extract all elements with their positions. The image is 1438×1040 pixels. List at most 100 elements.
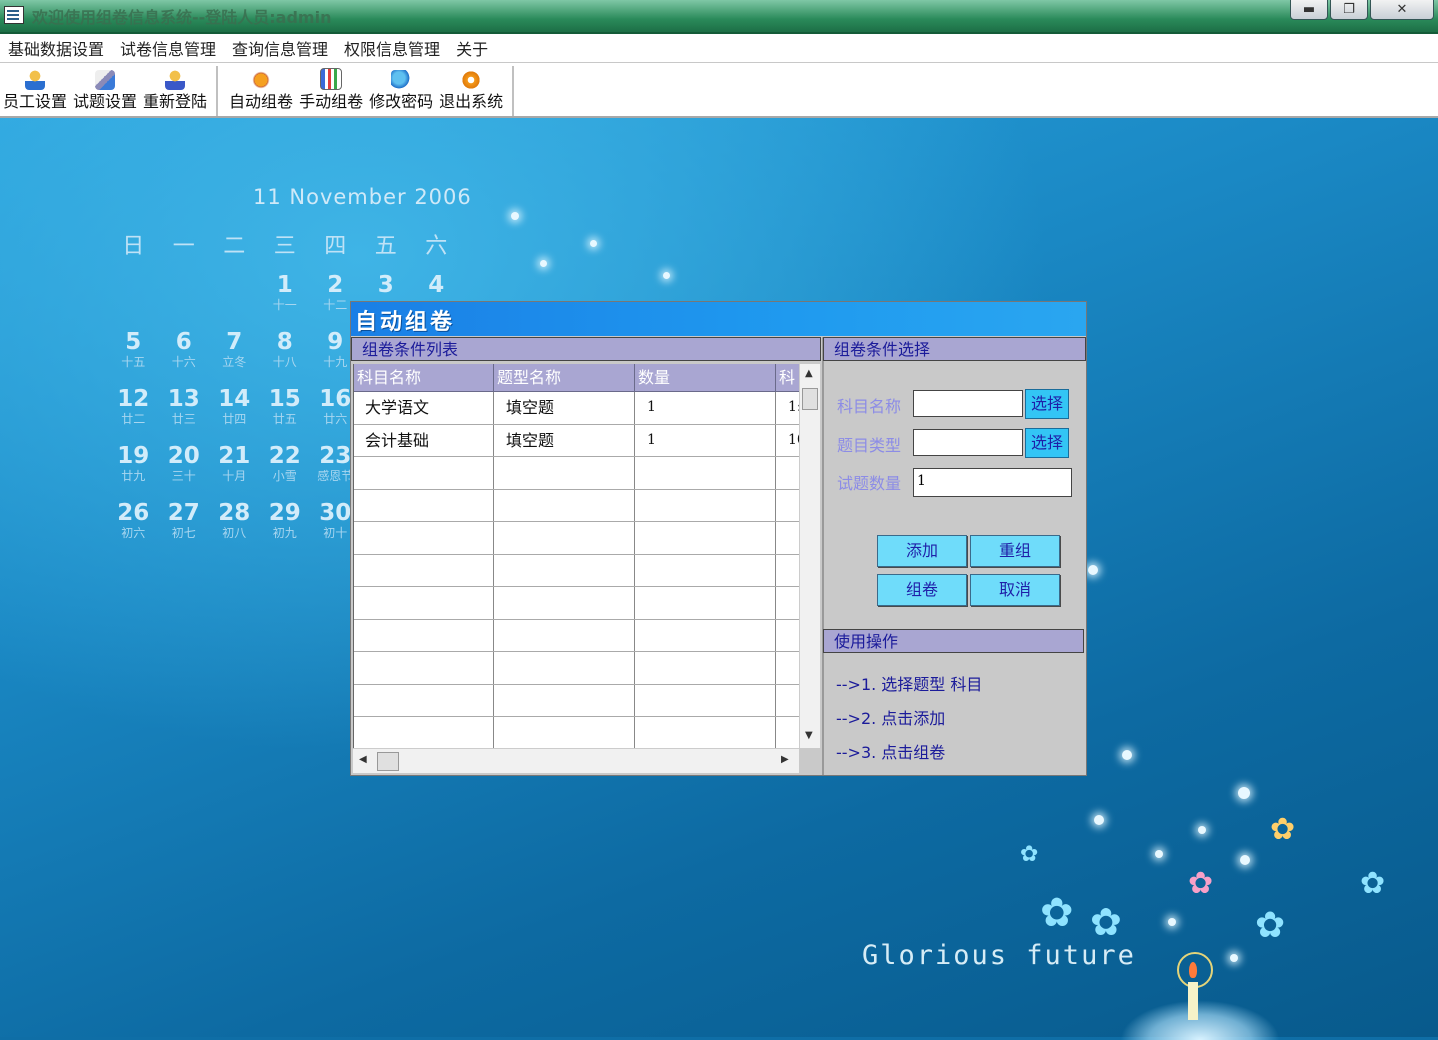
question-settings-button[interactable]: 试题设置 — [70, 66, 140, 116]
table-row[interactable] — [354, 489, 800, 522]
flower-icon: ✿ — [1188, 866, 1214, 901]
condition-grid[interactable]: 科目名称 题型名称 数量 科 大学语文 填空题 1 1: 会计基础 填空题 1 … — [353, 364, 800, 748]
vertical-scroll-thumb[interactable] — [802, 388, 818, 410]
calendar-day-number: 20 — [167, 443, 200, 469]
scroll-up-icon[interactable]: ▲ — [805, 368, 813, 379]
help-step-3: -->3. 点击组卷 — [836, 743, 946, 762]
menu-query-info[interactable]: 查询信息管理 — [224, 36, 336, 60]
close-button[interactable]: ✕ — [1370, 0, 1434, 20]
compose-button[interactable]: 组卷 — [877, 574, 967, 606]
col-count[interactable]: 数量 — [635, 364, 776, 392]
flame-icon — [1189, 962, 1197, 978]
grid-cell — [776, 684, 800, 716]
subject-name-input[interactable] — [913, 390, 1023, 417]
add-button[interactable]: 添加 — [877, 535, 967, 567]
scroll-right-icon[interactable]: ▶ — [781, 754, 789, 765]
menu-permission-info[interactable]: 权限信息管理 — [336, 36, 448, 60]
exit-system-label: 退出系统 — [439, 92, 504, 111]
calendar-day-number: 29 — [268, 500, 301, 526]
table-row[interactable] — [354, 619, 800, 652]
calendar-day: 1 十一 — [260, 272, 311, 329]
horizontal-scroll-thumb[interactable] — [377, 752, 399, 771]
calendar-lunar-date: 十六 — [171, 355, 196, 369]
table-row[interactable] — [354, 522, 800, 555]
toolbar-group-paper: 自动组卷 手动组卷 修改密码 退出系统 — [226, 66, 515, 116]
grid-cell — [635, 619, 776, 651]
calendar-weekday: 三 — [273, 234, 296, 259]
auto-compose-button[interactable]: 自动组卷 — [226, 66, 296, 116]
calendar-day-number: 21 — [218, 443, 251, 469]
reset-button[interactable]: 重组 — [970, 535, 1060, 567]
scroll-down-icon[interactable]: ▼ — [805, 730, 813, 741]
sparkle-dot — [1155, 850, 1163, 858]
sparkle-dot — [663, 272, 670, 279]
calendar-lunar-date: 廿二 — [121, 412, 146, 426]
change-password-button[interactable]: 修改密码 — [366, 66, 436, 116]
menu-paper-info[interactable]: 试卷信息管理 — [112, 36, 224, 60]
col-subject-extra[interactable]: 科 — [776, 364, 800, 392]
table-row[interactable] — [354, 587, 800, 620]
choose-type-button[interactable]: 选择 — [1025, 428, 1069, 458]
table-row[interactable] — [354, 717, 800, 748]
menu-bar: 基础数据设置 试卷信息管理 查询信息管理 权限信息管理 关于 — [0, 34, 1438, 63]
vertical-scrollbar[interactable]: ▲ ▼ — [799, 364, 820, 748]
calendar-day: 20 三十 — [159, 443, 210, 500]
calendar-day-number: 3 — [377, 272, 394, 298]
choose-subject-button[interactable]: 选择 — [1025, 389, 1069, 419]
calendar-weekday: 四 — [324, 234, 347, 259]
menu-about[interactable]: 关于 — [448, 36, 496, 60]
grid-cell — [354, 489, 494, 521]
calendar-empty-cell — [108, 272, 159, 329]
cell-type: 填空题 — [494, 424, 635, 456]
employee-settings-button[interactable]: 员工设置 — [0, 66, 70, 116]
exit-system-button[interactable]: 退出系统 — [436, 66, 506, 116]
grid-cell — [354, 619, 494, 651]
cancel-button[interactable]: 取消 — [970, 574, 1060, 606]
calendar-day: 15 廿五 — [260, 386, 311, 443]
calendar-day: 21 十月 — [209, 443, 260, 500]
minimize-button[interactable]: ▬ — [1290, 0, 1328, 20]
grid-cell — [354, 457, 494, 489]
calendar-day-number: 28 — [218, 500, 251, 526]
grid-cell — [354, 587, 494, 619]
calendar-day: 26 初六 — [108, 500, 159, 557]
calendar-lunar-date: 廿四 — [222, 412, 247, 426]
col-type-name[interactable]: 题型名称 — [494, 364, 635, 392]
calendar-day-number: 2 — [327, 272, 344, 298]
restore-button[interactable]: ❐ — [1330, 0, 1368, 20]
col-subject-name[interactable]: 科目名称 — [354, 364, 494, 392]
table-row[interactable] — [354, 457, 800, 490]
calendar-empty-cell — [159, 272, 210, 329]
table-row[interactable]: 大学语文 填空题 1 1: — [354, 392, 800, 425]
grid-cell — [354, 717, 494, 748]
grid-cell — [635, 587, 776, 619]
table-row[interactable] — [354, 554, 800, 587]
manual-compose-icon — [320, 68, 343, 90]
question-settings-label: 试题设置 — [73, 92, 138, 111]
sparkle-dot — [1094, 815, 1104, 825]
question-count-input[interactable]: 1 — [913, 468, 1072, 497]
grid-cell — [635, 652, 776, 684]
manual-compose-button[interactable]: 手动组卷 — [296, 66, 366, 116]
calendar-day: 19 廿九 — [108, 443, 159, 500]
calendar-lunar-date: 初六 — [121, 526, 146, 540]
relogin-icon — [165, 70, 186, 90]
menu-basic-data[interactable]: 基础数据设置 — [0, 36, 112, 60]
user-icon — [25, 70, 45, 90]
table-row[interactable]: 会计基础 填空题 1 10 — [354, 424, 800, 457]
relogin-button[interactable]: 重新登陆 — [140, 66, 210, 116]
grid-cell — [635, 717, 776, 748]
key-icon — [391, 70, 412, 90]
table-row[interactable] — [354, 652, 800, 685]
calendar-lunar-date: 初九 — [272, 526, 297, 540]
flower-icon: ✿ — [1255, 905, 1286, 946]
grid-cell — [635, 684, 776, 716]
scroll-left-icon[interactable]: ◀ — [359, 754, 367, 765]
horizontal-scrollbar[interactable]: ◀ ▶ — [353, 748, 799, 773]
table-row[interactable] — [354, 684, 800, 717]
calendar-day-number: 12 — [117, 386, 150, 412]
sparkle-dot — [590, 240, 597, 247]
question-type-input[interactable] — [913, 429, 1023, 456]
calendar-day-number: 26 — [117, 500, 150, 526]
help-header: 使用操作 — [823, 629, 1084, 653]
